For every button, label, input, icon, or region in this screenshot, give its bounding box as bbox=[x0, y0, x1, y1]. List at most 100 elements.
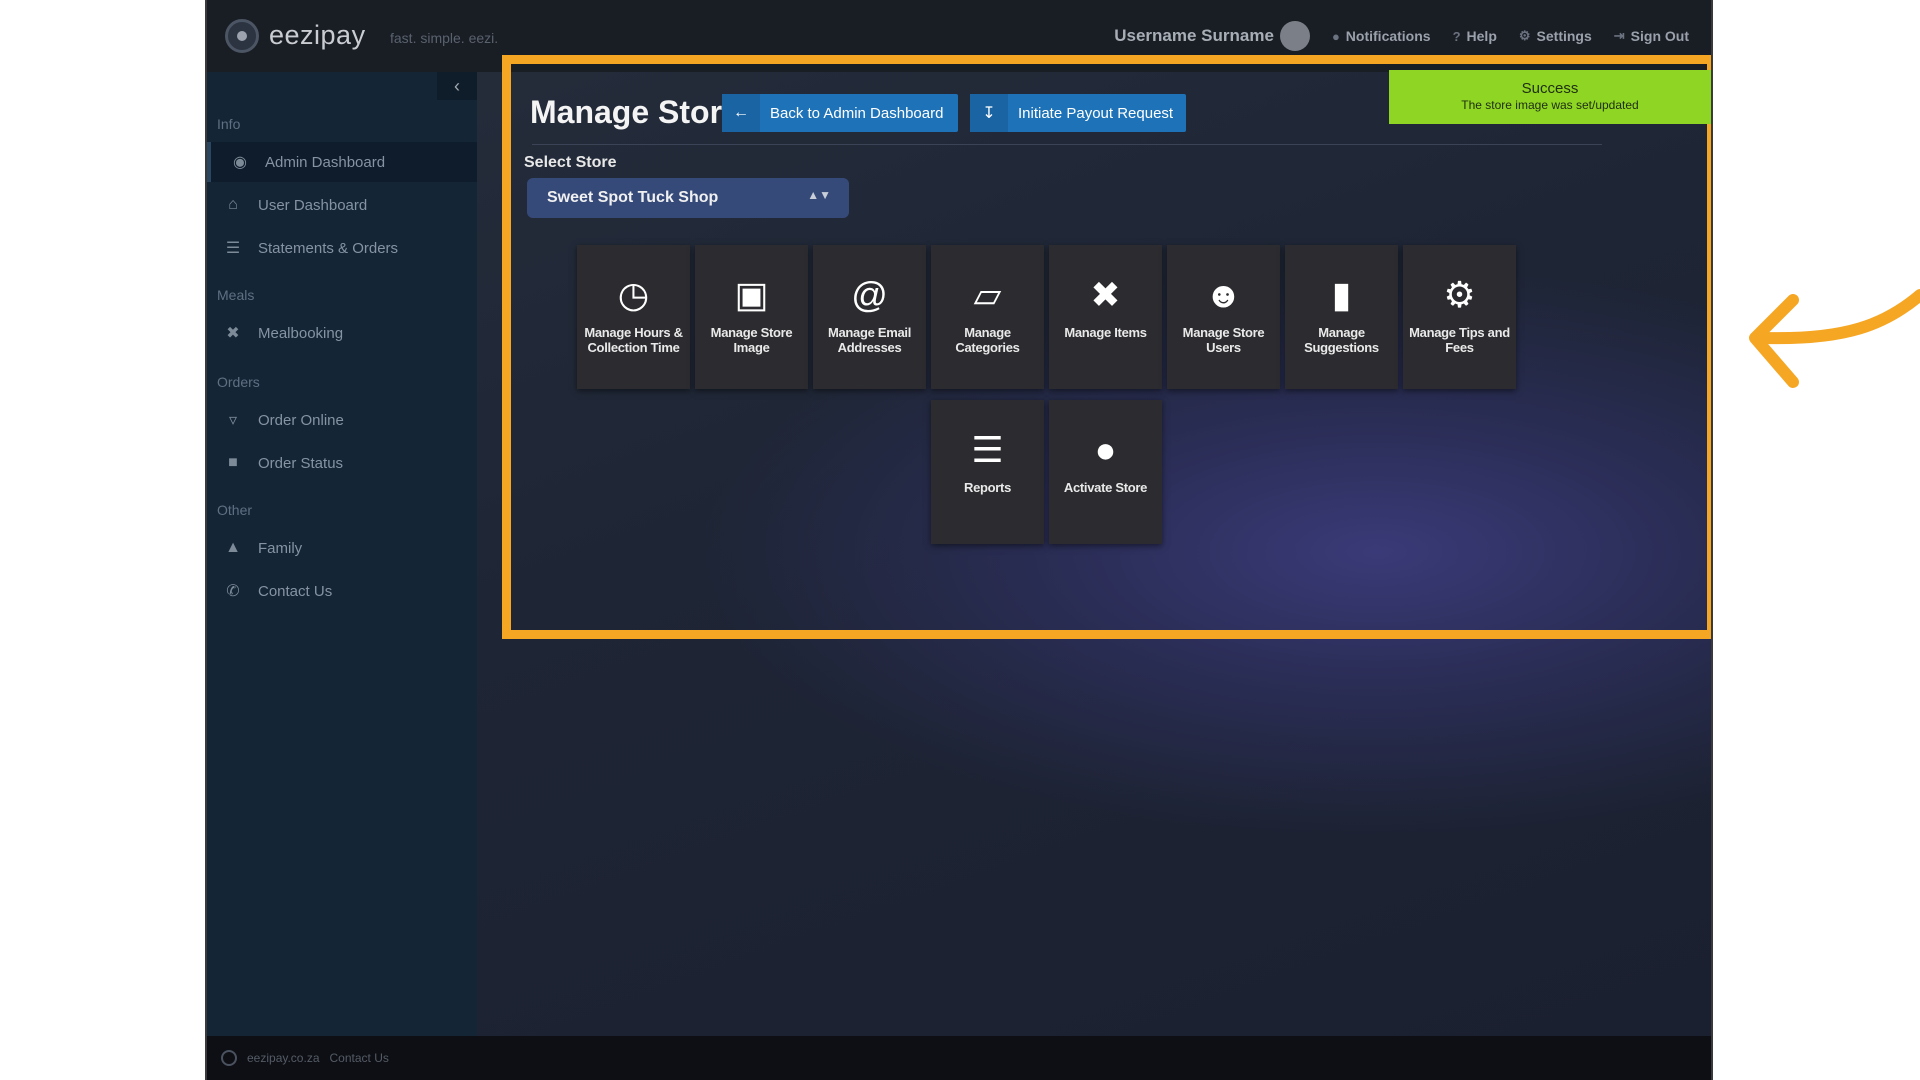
select-arrows-icon: ▲▼ bbox=[807, 188, 831, 202]
sidebar-item-label: Order Online bbox=[258, 411, 344, 429]
sign-out-icon: ⇥ bbox=[1613, 28, 1625, 43]
home-icon: ⌂ bbox=[228, 196, 238, 213]
arrow-left-icon: ← bbox=[722, 94, 760, 132]
tile-manage-items[interactable]: ✖ Manage Items bbox=[1049, 245, 1162, 389]
gear-icon: ⚙ bbox=[1518, 28, 1531, 43]
tile-manage-suggestions[interactable]: ▮ Manage Suggestions bbox=[1285, 245, 1398, 389]
collapse-sidebar-button[interactable]: ‹ bbox=[437, 72, 477, 100]
avatar bbox=[1279, 21, 1310, 51]
store-select[interactable]: Sweet Spot Tuck Shop ▲▼ bbox=[527, 178, 849, 218]
sidebar-section-meals: Meals bbox=[217, 287, 255, 303]
cutlery-icon: ✖ bbox=[1090, 274, 1121, 315]
footer-contact-link[interactable]: Contact Us bbox=[330, 1051, 389, 1065]
help-link[interactable]: ? Help bbox=[1453, 28, 1497, 44]
initiate-payout-request-button[interactable]: ↧ Initiate Payout Request bbox=[970, 94, 1186, 132]
eezipay-logo-icon[interactable] bbox=[225, 19, 259, 53]
basket-icon: ▿ bbox=[228, 412, 238, 429]
sidebar-item-label: Contact Us bbox=[258, 582, 333, 600]
sidebar-item-label: User Dashboard bbox=[258, 196, 368, 214]
folder-open-icon: ▱ bbox=[973, 274, 1002, 315]
sidebar-item-contact-us[interactable]: ✆ Contact Us bbox=[207, 571, 477, 611]
sidebar-section-info: Info bbox=[217, 116, 241, 132]
at-icon: @ bbox=[851, 274, 888, 315]
notifications-link[interactable]: ● Notifications bbox=[1332, 28, 1431, 44]
pointer-arrow-icon bbox=[1749, 289, 1920, 388]
sidebar-item-mealbooking[interactable]: ✖ Mealbooking bbox=[207, 313, 477, 353]
title-divider bbox=[532, 144, 1602, 145]
back-button-label: Back to Admin Dashboard bbox=[770, 104, 944, 122]
question-icon: ? bbox=[1452, 28, 1461, 44]
payout-button-label: Initiate Payout Request bbox=[1018, 104, 1174, 122]
sidebar-item-label: Order Status bbox=[258, 454, 344, 472]
sidebar-item-family[interactable]: ▲ Family bbox=[207, 528, 477, 568]
sidebar-item-label: Family bbox=[258, 539, 303, 557]
brand-tagline: fast. simple. eezi. bbox=[390, 30, 499, 46]
payout-icon: ↧ bbox=[970, 94, 1008, 132]
sidebar-item-admin-dashboard[interactable]: ◉ Admin Dashboard bbox=[207, 142, 477, 182]
tile-activate-store[interactable]: ● Activate Store bbox=[1049, 400, 1162, 544]
clock-icon: ◷ bbox=[617, 274, 650, 315]
tile-label: Manage Tips and Fees bbox=[1409, 325, 1510, 355]
footer-site-link[interactable]: eezipay.co.za bbox=[247, 1051, 320, 1065]
tile-manage-store-users[interactable]: ☻ Manage Store Users bbox=[1167, 245, 1280, 389]
comment-icon: ▮ bbox=[1331, 274, 1352, 315]
sidebar-item-user-dashboard[interactable]: ⌂ User Dashboard bbox=[207, 185, 477, 225]
list-icon: ☰ bbox=[971, 429, 1004, 470]
brand-name[interactable]: eezipay bbox=[269, 20, 366, 51]
tile-manage-categories[interactable]: ▱ Manage Categories bbox=[931, 245, 1044, 389]
sidebar-section-orders: Orders bbox=[217, 374, 260, 390]
select-store-label: Select Store bbox=[524, 154, 617, 171]
user-menu[interactable]: Username Surname bbox=[1114, 21, 1310, 51]
sidebar-item-statements-orders[interactable]: ☰ Statements & Orders bbox=[207, 228, 477, 268]
help-label: Help bbox=[1466, 28, 1497, 44]
tile-manage-tips-fees[interactable]: ⚙ Manage Tips and Fees bbox=[1403, 245, 1516, 389]
cutlery-icon: ✖ bbox=[226, 325, 240, 342]
tile-label: Manage Store Users bbox=[1182, 325, 1265, 355]
sign-out-link[interactable]: ⇥ Sign Out bbox=[1614, 28, 1689, 44]
image-icon: ▣ bbox=[734, 274, 769, 315]
tile-label: Manage Suggestions bbox=[1304, 325, 1379, 355]
sidebar-item-order-status[interactable]: ■ Order Status bbox=[207, 443, 477, 483]
family-icon: ▲ bbox=[225, 539, 241, 556]
tile-label: Manage Categories bbox=[955, 325, 1020, 355]
tile-label: Manage Hours & Collection Time bbox=[584, 325, 683, 355]
footer: eezipay.co.za Contact Us bbox=[207, 1036, 1711, 1080]
tile-manage-store-image[interactable]: ▣ Manage Store Image bbox=[695, 245, 808, 389]
list-icon: ☰ bbox=[225, 240, 241, 257]
phone-icon: ✆ bbox=[226, 583, 240, 600]
chevron-left-icon: ‹ bbox=[454, 76, 460, 96]
tile-label: Manage Items bbox=[1064, 325, 1147, 340]
sidebar: ‹ Info ◉ Admin Dashboard ⌂ User Dashboar… bbox=[207, 72, 477, 1036]
notifications-label: Notifications bbox=[1345, 28, 1431, 44]
sidebar-item-label: Admin Dashboard bbox=[265, 153, 386, 171]
success-toast[interactable]: Success The store image was set/updated bbox=[1389, 70, 1711, 124]
toast-message: The store image was set/updated bbox=[1461, 98, 1639, 112]
sidebar-section-other: Other bbox=[217, 502, 253, 518]
sidebar-item-order-online[interactable]: ▿ Order Online bbox=[207, 400, 477, 440]
tile-reports[interactable]: ☰ Reports bbox=[931, 400, 1044, 544]
selected-store: Sweet Spot Tuck Shop bbox=[547, 189, 719, 206]
settings-label: Settings bbox=[1536, 28, 1592, 44]
tile-label: Manage Email Addresses bbox=[827, 325, 912, 355]
app-window: eezipay fast. simple. eezi. Username Sur… bbox=[205, 0, 1713, 1080]
settings-link[interactable]: ⚙ Settings bbox=[1519, 28, 1592, 44]
tile-manage-email-addresses[interactable]: @ Manage Email Addresses bbox=[813, 245, 926, 389]
sidebar-item-label: Mealbooking bbox=[258, 324, 344, 342]
users-icon: ☻ bbox=[1204, 274, 1243, 315]
bag-icon: ■ bbox=[228, 454, 238, 471]
bell-icon: ● bbox=[1331, 28, 1340, 44]
tile-label: Manage Store Image bbox=[710, 325, 793, 355]
tile-manage-hours[interactable]: ◷ Manage Hours & Collection Time bbox=[577, 245, 690, 389]
circle-icon: ● bbox=[1094, 429, 1117, 470]
sidebar-item-label: Statements & Orders bbox=[258, 239, 399, 257]
tile-label: Reports bbox=[963, 480, 1012, 495]
main-content: Manage Stores ← Back to Admin Dashboard … bbox=[477, 55, 1711, 1036]
sign-out-label: Sign Out bbox=[1630, 28, 1689, 44]
footer-logo-icon bbox=[221, 1050, 237, 1066]
tile-label: Activate Store bbox=[1063, 480, 1148, 495]
dashboard-icon: ◉ bbox=[233, 154, 247, 171]
username: Username Surname bbox=[1114, 26, 1274, 45]
back-to-admin-dashboard-button[interactable]: ← Back to Admin Dashboard bbox=[722, 94, 958, 132]
gear-icon: ⚙ bbox=[1443, 274, 1476, 315]
toast-title: Success bbox=[1521, 80, 1579, 97]
